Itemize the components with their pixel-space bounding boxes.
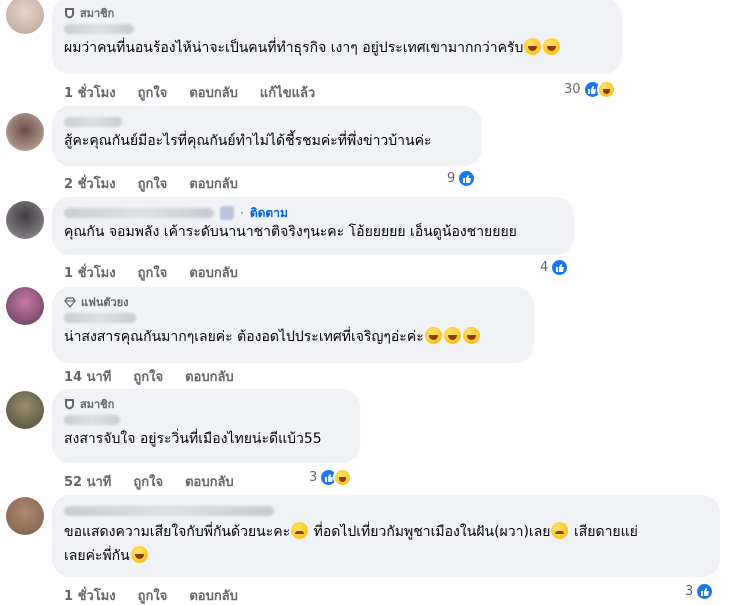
- member-shield-icon: [65, 399, 74, 410]
- like-button[interactable]: ถูกใจ: [138, 173, 168, 194]
- comment-actions: 2 ชั่วโมง ถูกใจ ตอบกลับ: [64, 173, 238, 194]
- comment-text: ขอแสดงความเสียใจกับพี่กันด้วยนะคะ ที่อดไ…: [64, 522, 638, 564]
- badge-label: สมาชิก: [80, 7, 115, 20]
- reaction-summary[interactable]: 4: [540, 258, 570, 277]
- comment-actions: 14 นาที ถูกใจ ตอบกลับ: [64, 366, 234, 387]
- reaction-count: 4: [540, 260, 549, 275]
- separator-dot: ·: [240, 206, 244, 220]
- comment-actions: 1 ชั่วโมง ถูกใจ ตอบกลับ: [64, 585, 238, 605]
- comment-actions: 52 นาที ถูกใจ ตอบกลับ: [64, 471, 234, 492]
- avatar[interactable]: [6, 497, 44, 535]
- avatar[interactable]: [6, 0, 44, 34]
- diamond-icon: [64, 296, 76, 308]
- author-name[interactable]: [64, 411, 348, 429]
- member-badge: สมาชิก: [64, 397, 348, 411]
- member-shield-icon: [65, 8, 74, 19]
- crying-emoji-icon: [291, 522, 309, 539]
- crying-emoji-icon: [551, 522, 569, 539]
- comment-bubble: แฟนตัวยง น่าสงสารคุณกันมากๆเลยค่ะ ต้องอด…: [52, 287, 534, 363]
- follow-button[interactable]: ติดตาม: [250, 204, 288, 223]
- fan-badge: แฟนตัวยง: [64, 295, 522, 309]
- like-button[interactable]: ถูกใจ: [138, 82, 168, 103]
- reaction-count: 9: [447, 171, 456, 186]
- reaction-summary[interactable]: 30: [564, 80, 616, 99]
- like-button[interactable]: ถูกใจ: [138, 262, 168, 283]
- reply-button[interactable]: ตอบกลับ: [189, 585, 238, 605]
- comment-text: สู้คะคุณกันย์มีอะไรที่คุณกันย์ทำไม่ได้ชี…: [64, 133, 432, 149]
- comment-text: น่าสงสารคุณกันมากๆเลยค่ะ ต้องอดไปประเทศท…: [64, 327, 522, 347]
- haha-icon: [333, 468, 353, 487]
- haha-emoji-icon: [443, 327, 461, 344]
- reply-button[interactable]: ตอบกลับ: [189, 82, 238, 103]
- comment-bubble: · ติดตาม คุณกัน จอมพลัง เค้าระดับนานาชาต…: [52, 197, 574, 255]
- like-icon: [695, 582, 715, 601]
- comment-time[interactable]: 52 นาที: [64, 471, 111, 492]
- edited-label[interactable]: แก้ไขแล้ว: [260, 82, 315, 103]
- comment-time[interactable]: 1 ชั่วโมง: [64, 82, 116, 103]
- comment-actions: 1 ชั่วโมง ถูกใจ ตอบกลับ แก้ไขแล้ว: [64, 82, 315, 103]
- reply-button[interactable]: ตอบกลับ: [189, 262, 238, 283]
- comment-text: คุณกัน จอมพลัง เค้าระดับนานาชาติจริงๆนะค…: [64, 224, 517, 240]
- comment-text: ผมว่าคนที่นอนร้องไห้น่าจะเป็นคนที่ทำธุรก…: [64, 38, 610, 58]
- badge-label: แฟนตัวยง: [81, 296, 129, 309]
- rofl-emoji-icon: [462, 327, 480, 344]
- comment-bubble: สมาชิก ผมว่าคนที่นอนร้องไห้น่าจะเป็นคนที…: [52, 0, 622, 74]
- author-name[interactable]: [64, 502, 708, 520]
- comment-time[interactable]: 1 ชั่วโมง: [64, 262, 116, 283]
- rofl-emoji-icon: [424, 327, 442, 344]
- author-name[interactable]: [64, 20, 610, 38]
- reaction-count: 3: [309, 470, 318, 485]
- reaction-count: 30: [564, 82, 581, 97]
- like-button[interactable]: ถูกใจ: [133, 366, 163, 387]
- reaction-summary[interactable]: 3: [309, 468, 353, 487]
- avatar[interactable]: [6, 113, 44, 151]
- comment-bubble: ขอแสดงความเสียใจกับพี่กันด้วยนะคะ ที่อดไ…: [52, 495, 720, 577]
- author-name[interactable]: [64, 113, 470, 131]
- reply-button[interactable]: ตอบกลับ: [185, 366, 234, 387]
- reaction-summary[interactable]: 9: [447, 169, 477, 188]
- comment-bubble: สมาชิก สงสารจับใจ อยู่ระวิ่นที่เมืองไทยน…: [52, 389, 360, 463]
- comment-time[interactable]: 1 ชั่วโมง: [64, 585, 116, 605]
- author-row: · ติดตาม: [64, 204, 562, 222]
- author-name[interactable]: [64, 309, 522, 327]
- haha-emoji-icon: [543, 38, 561, 55]
- reply-button[interactable]: ตอบกลับ: [185, 471, 234, 492]
- comment-text: สงสารจับใจ อยู่ระวิ่นที่เมืองไทยน่ะดีแบ้…: [64, 431, 322, 447]
- badge-label: สมาชิก: [80, 398, 115, 411]
- reaction-summary[interactable]: 3: [685, 582, 715, 601]
- like-icon: [457, 169, 477, 188]
- author-name[interactable]: [64, 208, 214, 218]
- member-badge: สมาชิก: [64, 6, 610, 20]
- avatar[interactable]: [6, 287, 44, 325]
- comment-bubble: สู้คะคุณกันย์มีอะไรที่คุณกันย์ทำไม่ได้ชี…: [52, 106, 482, 166]
- haha-icon: [596, 80, 616, 99]
- comment-actions: 1 ชั่วโมง ถูกใจ ตอบกลับ: [64, 262, 238, 283]
- haha-emoji-icon: [524, 38, 542, 55]
- verified-icon: [220, 206, 234, 220]
- like-button[interactable]: ถูกใจ: [138, 585, 168, 605]
- reply-button[interactable]: ตอบกลับ: [189, 173, 238, 194]
- like-button[interactable]: ถูกใจ: [133, 471, 163, 492]
- rofl-emoji-icon: [130, 546, 148, 563]
- avatar[interactable]: [6, 201, 44, 239]
- avatar[interactable]: [6, 391, 44, 429]
- like-icon: [550, 258, 570, 277]
- reaction-count: 3: [685, 584, 694, 599]
- comment-time[interactable]: 2 ชั่วโมง: [64, 173, 116, 194]
- comment-time[interactable]: 14 นาที: [64, 366, 111, 387]
